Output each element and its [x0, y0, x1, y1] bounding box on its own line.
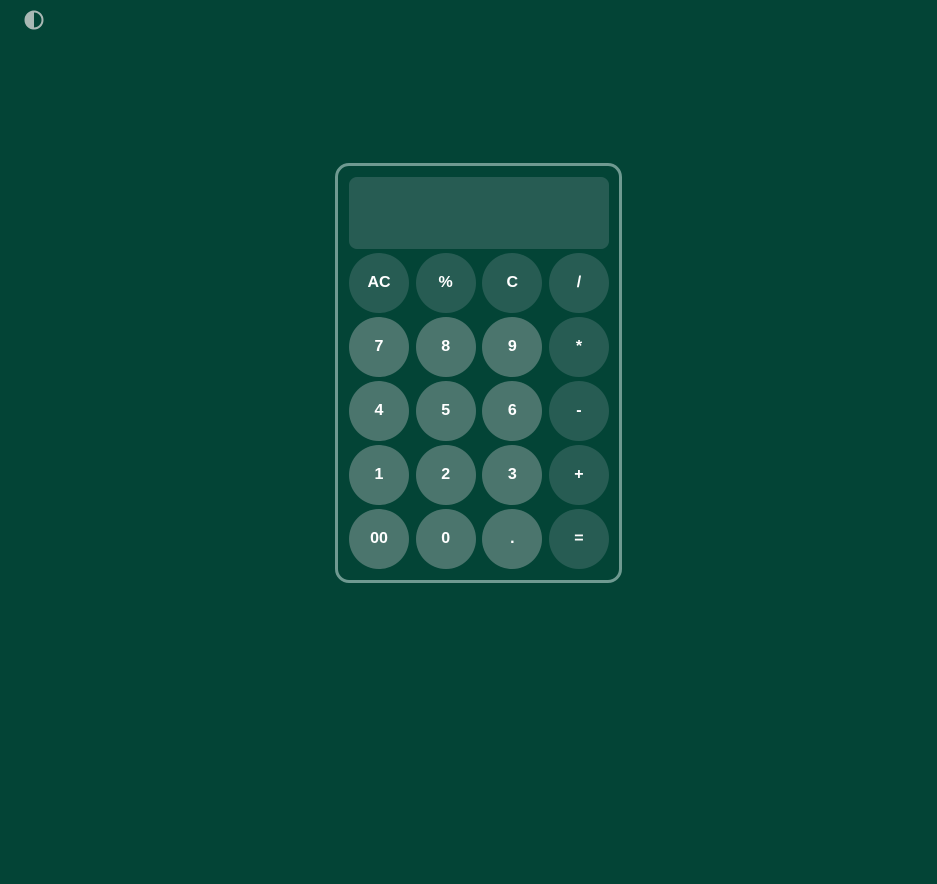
- half-circle-contrast-icon: [24, 10, 44, 30]
- digit-3-button[interactable]: 3: [482, 445, 543, 505]
- add-button[interactable]: +: [548, 445, 609, 505]
- calculator: AC% C/ 7 8 9 * 4 5 6- 1 2 3 +00 0. =: [335, 163, 622, 583]
- digit-9-button[interactable]: 9: [482, 317, 543, 377]
- divide-button[interactable]: /: [548, 253, 609, 313]
- theme-toggle-button[interactable]: [24, 10, 44, 30]
- digit-7-button[interactable]: 7: [349, 317, 409, 377]
- clear-button[interactable]: C: [482, 253, 543, 313]
- digit-2-button[interactable]: 2: [415, 445, 476, 505]
- multiply-button[interactable]: *: [548, 317, 609, 377]
- decimal-button[interactable]: .: [482, 509, 543, 569]
- digit-1-button[interactable]: 1: [349, 445, 409, 505]
- double-zero-button[interactable]: 00: [349, 509, 409, 569]
- digit-8-button[interactable]: 8: [415, 317, 476, 377]
- subtract-button[interactable]: -: [548, 381, 609, 441]
- percent-button[interactable]: %: [415, 253, 476, 313]
- digit-4-button[interactable]: 4: [349, 381, 409, 441]
- digit-6-button[interactable]: 6: [482, 381, 543, 441]
- keypad: AC% C/ 7 8 9 * 4 5 6- 1 2 3 +00 0. =: [349, 253, 611, 569]
- calculator-display: [349, 177, 609, 249]
- digit-0-button[interactable]: 0: [415, 509, 476, 569]
- all-clear-button[interactable]: AC: [349, 253, 409, 313]
- equals-button[interactable]: =: [548, 509, 609, 569]
- digit-5-button[interactable]: 5: [415, 381, 476, 441]
